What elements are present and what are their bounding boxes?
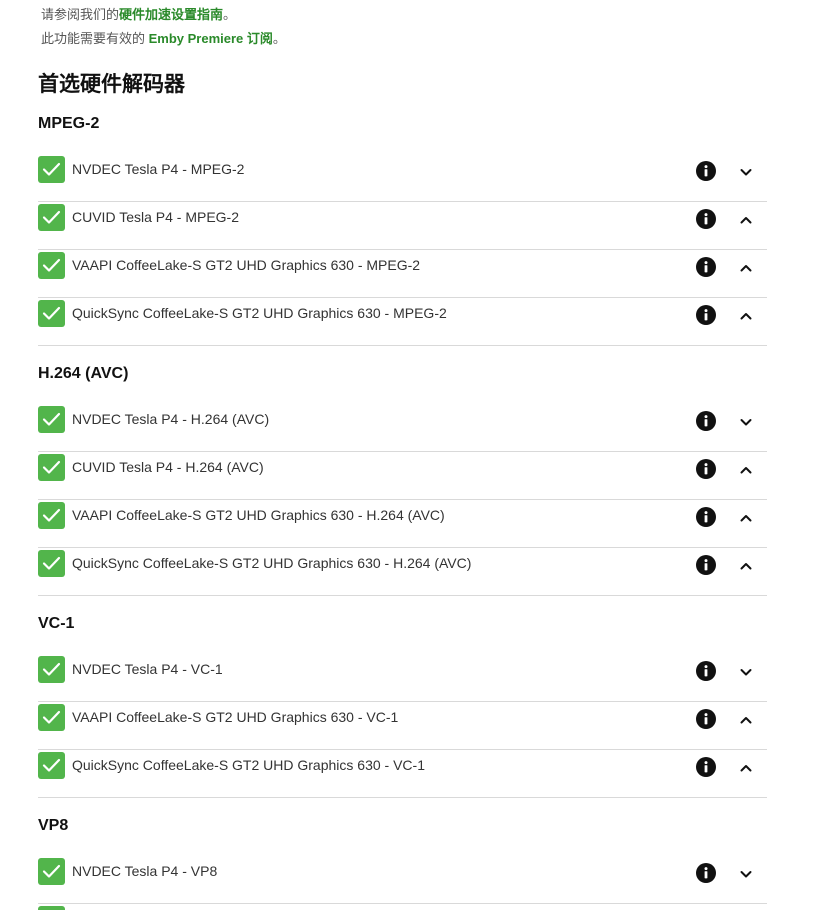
decoder-enabled-checkbox[interactable] bbox=[38, 752, 65, 779]
decoder-enabled-checkbox[interactable] bbox=[38, 204, 65, 231]
decoder-row: QuickSync CoffeeLake-S GT2 UHD Graphics … bbox=[38, 548, 767, 596]
decoder-row: QuickSync CoffeeLake-S GT2 UHD Graphics … bbox=[38, 298, 767, 346]
decoder-row: VAAPI CoffeeLake-S GT2 UHD Graphics 630 … bbox=[38, 250, 767, 298]
decoder-label: VAAPI CoffeeLake-S GT2 UHD Graphics 630 … bbox=[72, 507, 445, 523]
codec-group-title: VP8 bbox=[38, 817, 69, 834]
decoder-label: CUVID Tesla P4 - H.264 (AVC) bbox=[72, 459, 264, 475]
codec-group-items: NVDEC Tesla P4 - MPEG-2 CUVID Tesla P4 - … bbox=[38, 140, 767, 346]
info-icon[interactable] bbox=[695, 708, 717, 730]
chevron-down-icon[interactable] bbox=[738, 414, 754, 430]
emby-premiere-link[interactable]: Emby Premiere 订阅 bbox=[149, 31, 273, 46]
decoder-enabled-checkbox[interactable] bbox=[38, 454, 65, 481]
decoder-enabled-checkbox[interactable] bbox=[38, 300, 65, 327]
decoder-enabled-checkbox[interactable] bbox=[38, 502, 65, 529]
info-icon[interactable] bbox=[695, 256, 717, 278]
checkmark-icon bbox=[42, 306, 61, 320]
help-text-guide: 请参阅我们的硬件加速设置指南。 bbox=[41, 4, 236, 23]
chevron-up-icon[interactable] bbox=[738, 212, 754, 228]
decoder-label: VAAPI CoffeeLake-S GT2 UHD Graphics 630 … bbox=[72, 709, 399, 725]
decoder-label: NVDEC Tesla P4 - H.264 (AVC) bbox=[72, 411, 270, 427]
help-text-prefix: 请参阅我们的 bbox=[41, 7, 120, 22]
codec-group: MPEG-2 NVDEC Tesla P4 - MPEG-2 CUVID Tesla… bbox=[38, 108, 767, 346]
checkmark-icon bbox=[42, 210, 61, 224]
decoder-enabled-checkbox[interactable] bbox=[38, 550, 65, 577]
decoder-enabled-checkbox[interactable] bbox=[38, 906, 65, 910]
decoder-row: CUVID Tesla P4 - H.264 (AVC) bbox=[38, 452, 767, 500]
info-icon[interactable] bbox=[695, 458, 717, 480]
info-icon[interactable] bbox=[695, 304, 717, 326]
decoder-enabled-checkbox[interactable] bbox=[38, 656, 65, 683]
decoder-label: NVDEC Tesla P4 - MPEG-2 bbox=[72, 161, 245, 177]
info-icon[interactable] bbox=[695, 554, 717, 576]
info-icon[interactable] bbox=[695, 160, 717, 182]
help-text-premiere: 此功能需要有效的 Emby Premiere 订阅。 bbox=[41, 28, 286, 47]
checkmark-icon bbox=[42, 258, 61, 272]
codec-group-items: NVDEC Tesla P4 - VP8 bbox=[38, 842, 767, 910]
decoder-row: QuickSync CoffeeLake-S GT2 UHD Graphics … bbox=[38, 750, 767, 798]
codec-group-title: H.264 (AVC) bbox=[38, 365, 129, 382]
section-title: 首选硬件解码器 bbox=[38, 73, 185, 96]
decoder-label: NVDEC Tesla P4 - VP8 bbox=[72, 863, 218, 879]
decoder-label: QuickSync CoffeeLake-S GT2 UHD Graphics … bbox=[72, 757, 425, 773]
codec-group-items: NVDEC Tesla P4 - H.264 (AVC) CUVID Tesla … bbox=[38, 390, 767, 596]
chevron-down-icon[interactable] bbox=[738, 664, 754, 680]
checkmark-icon bbox=[42, 556, 61, 570]
decoder-row: NVDEC Tesla P4 - H.264 (AVC) bbox=[38, 404, 767, 452]
checkmark-icon bbox=[42, 162, 61, 176]
decoder-label: CUVID Tesla P4 - MPEG-2 bbox=[72, 209, 240, 225]
help-text-suffix: 。 bbox=[223, 7, 237, 22]
decoder-row: VAAPI CoffeeLake-S GT2 UHD Graphics 630 … bbox=[38, 500, 767, 548]
chevron-down-icon[interactable] bbox=[738, 866, 754, 882]
chevron-up-icon[interactable] bbox=[738, 510, 754, 526]
codec-group: H.264 (AVC) NVDEC Tesla P4 - H.264 (AVC) C… bbox=[38, 358, 767, 596]
codec-group: VC-1 NVDEC Tesla P4 - VC-1 VAAPI CoffeeLak… bbox=[38, 608, 767, 798]
chevron-down-icon[interactable] bbox=[738, 164, 754, 180]
codec-group-items: NVDEC Tesla P4 - VC-1 VAAPI CoffeeLake-S … bbox=[38, 640, 767, 798]
checkmark-icon bbox=[42, 864, 61, 878]
info-icon[interactable] bbox=[695, 506, 717, 528]
checkmark-icon bbox=[42, 710, 61, 724]
codec-group: VP8 NVDEC Tesla P4 - VP8 bbox=[38, 810, 767, 910]
decoder-enabled-checkbox[interactable] bbox=[38, 156, 65, 183]
decoder-label: QuickSync CoffeeLake-S GT2 UHD Graphics … bbox=[72, 555, 472, 571]
decoder-row: NVDEC Tesla P4 - MPEG-2 bbox=[38, 154, 767, 202]
checkmark-icon bbox=[42, 758, 61, 772]
decoder-enabled-checkbox[interactable] bbox=[38, 406, 65, 433]
decoder-row: CUVID Tesla P4 - MPEG-2 bbox=[38, 202, 767, 250]
decoder-label: VAAPI CoffeeLake-S GT2 UHD Graphics 630 … bbox=[72, 257, 421, 273]
help-text-prefix: 此功能需要有效的 bbox=[41, 31, 149, 46]
hardware-acceleration-guide-link[interactable]: 硬件加速设置指南 bbox=[119, 7, 223, 22]
chevron-up-icon[interactable] bbox=[738, 712, 754, 728]
chevron-up-icon[interactable] bbox=[738, 462, 754, 478]
chevron-up-icon[interactable] bbox=[738, 558, 754, 574]
checkmark-icon bbox=[42, 662, 61, 676]
decoder-label: NVDEC Tesla P4 - VC-1 bbox=[72, 661, 223, 677]
info-icon[interactable] bbox=[695, 660, 717, 682]
info-icon[interactable] bbox=[695, 410, 717, 432]
checkmark-icon bbox=[42, 460, 61, 474]
decoder-enabled-checkbox[interactable] bbox=[38, 858, 65, 885]
codec-settings-page: 请参阅我们的硬件加速设置指南。 此功能需要有效的 Emby Premiere 订… bbox=[0, 0, 838, 910]
codec-list: MPEG-2 NVDEC Tesla P4 - MPEG-2 CUVID Tesla… bbox=[38, 108, 767, 910]
info-icon[interactable] bbox=[695, 862, 717, 884]
checkmark-icon bbox=[42, 412, 61, 426]
decoder-label: QuickSync CoffeeLake-S GT2 UHD Graphics … bbox=[72, 305, 447, 321]
chevron-up-icon[interactable] bbox=[738, 308, 754, 324]
codec-group-title: VC-1 bbox=[38, 615, 75, 632]
decoder-row: NVDEC Tesla P4 - VP8 bbox=[38, 856, 767, 904]
chevron-up-icon[interactable] bbox=[738, 260, 754, 276]
info-icon[interactable] bbox=[695, 756, 717, 778]
decoder-row: NVDEC Tesla P4 - VC-1 bbox=[38, 654, 767, 702]
info-icon[interactable] bbox=[695, 208, 717, 230]
chevron-up-icon[interactable] bbox=[738, 760, 754, 776]
decoder-row: VAAPI CoffeeLake-S GT2 UHD Graphics 630 … bbox=[38, 702, 767, 750]
codec-group-title: MPEG-2 bbox=[38, 115, 100, 132]
help-text-suffix: 。 bbox=[272, 31, 286, 46]
checkmark-icon bbox=[42, 508, 61, 522]
decoder-enabled-checkbox[interactable] bbox=[38, 252, 65, 279]
decoder-enabled-checkbox[interactable] bbox=[38, 704, 65, 731]
decoder-row bbox=[38, 904, 767, 910]
